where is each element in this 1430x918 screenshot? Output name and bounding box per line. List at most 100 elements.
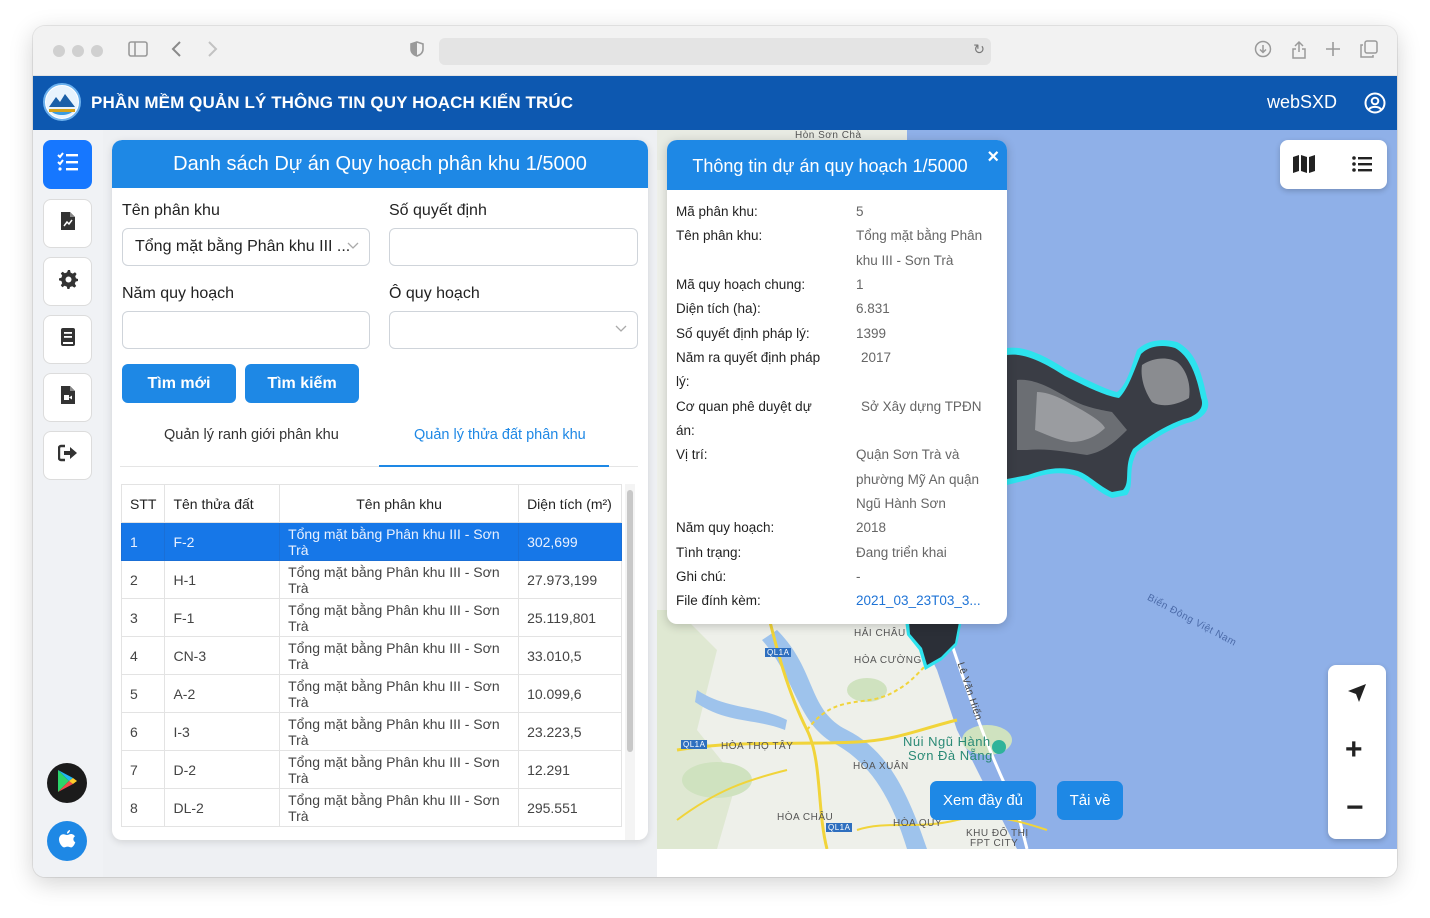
table-row[interactable]: 4 CN-3 Tổng mặt bằng Phân khu III - Sơn … bbox=[120, 636, 622, 675]
cell-stt: 3 bbox=[120, 598, 166, 637]
cell-ten-thua-dat: CN-3 bbox=[164, 636, 281, 675]
cell-dien-tich: 10.099,6 bbox=[518, 674, 622, 713]
field-label: Vị trí: bbox=[676, 447, 708, 462]
sidebar-item-media[interactable] bbox=[43, 373, 92, 422]
back-icon[interactable] bbox=[166, 40, 188, 62]
map-layer-control bbox=[1280, 140, 1387, 189]
sidebar-item-report[interactable] bbox=[43, 199, 92, 248]
new-tab-icon[interactable] bbox=[1322, 40, 1344, 62]
share-icon[interactable] bbox=[1288, 40, 1310, 62]
field-value: 5 bbox=[856, 204, 864, 219]
sidebar-item-logout[interactable] bbox=[43, 431, 92, 480]
close-window-button[interactable] bbox=[53, 45, 65, 57]
field-label: Năm quy hoạch: bbox=[676, 520, 775, 535]
tabs-overview-icon[interactable] bbox=[1358, 40, 1380, 62]
sidebar-toggle-icon[interactable] bbox=[127, 40, 149, 62]
map-label-hoa-xuan: HÒA XUÂN bbox=[853, 761, 909, 772]
table-row[interactable]: 1 F-2 Tổng mặt bằng Phân khu III - Sơn T… bbox=[120, 522, 622, 561]
forward-icon[interactable] bbox=[201, 40, 223, 62]
project-list-panel: Danh sách Dự án Quy hoạch phân khu 1/500… bbox=[112, 140, 648, 840]
col-header-ten-phan-khu[interactable]: Tên phân khu bbox=[279, 484, 520, 523]
reset-button[interactable]: Tìm mới bbox=[122, 364, 236, 403]
table-row[interactable]: 3 F-1 Tổng mặt bằng Phân khu III - Sơn T… bbox=[120, 598, 622, 637]
list-icon[interactable] bbox=[1352, 155, 1372, 178]
map-label-ql1a: QL1A bbox=[765, 648, 792, 657]
list-check-icon bbox=[56, 152, 79, 177]
field-label: Tình trạng: bbox=[676, 545, 742, 560]
o-quy-hoach-select[interactable] bbox=[389, 311, 638, 349]
tab-boundary[interactable]: Quản lý ranh giới phân khu bbox=[164, 427, 339, 443]
zoom-in-button[interactable]: + bbox=[1345, 735, 1363, 765]
nam-quy-hoach-input[interactable] bbox=[122, 311, 370, 349]
close-icon[interactable]: × bbox=[987, 146, 999, 169]
cell-ten-phan-khu: Tổng mặt bằng Phân khu III - Sơn Trà bbox=[279, 636, 520, 675]
download-icon[interactable] bbox=[1252, 40, 1274, 62]
table-row[interactable]: 6 I-3 Tổng mặt bằng Phân khu III - Sơn T… bbox=[120, 712, 622, 751]
sidebar-item-list[interactable] bbox=[43, 140, 92, 189]
panel-title: Danh sách Dự án Quy hoạch phân khu 1/500… bbox=[112, 140, 648, 188]
park-marker-icon[interactable] bbox=[992, 740, 1006, 754]
field-label: Số quyết định pháp lý: bbox=[676, 326, 810, 341]
table-scrollbar-thumb[interactable] bbox=[627, 490, 633, 752]
popup-title: Thông tin dự án quy hoạch 1/5000 bbox=[667, 140, 1007, 190]
table-row[interactable]: 7 D-2 Tổng mặt bằng Phân khu III - Sơn T… bbox=[120, 750, 622, 789]
cell-stt: 1 bbox=[120, 522, 166, 561]
col-header-stt[interactable]: STT bbox=[120, 484, 166, 523]
map-label-nui-ngu-hanh-son-2: Sơn Đà Nẵng bbox=[908, 748, 993, 763]
download-button[interactable]: Tải về bbox=[1057, 781, 1123, 820]
cell-dien-tich: 23.223,5 bbox=[518, 712, 622, 751]
label-nam-quy-hoach: Năm quy hoạch bbox=[122, 285, 235, 302]
field-label: Ghi chú: bbox=[676, 569, 727, 584]
label-o-quy-hoach: Ô quy hoạch bbox=[389, 285, 480, 302]
table-row[interactable]: 5 A-2 Tổng mặt bằng Phân khu III - Sơn T… bbox=[120, 674, 622, 713]
cell-ten-thua-dat: A-2 bbox=[164, 674, 281, 713]
table-row[interactable]: 2 H-1 Tổng mặt bằng Phân khu III - Sơn T… bbox=[120, 560, 622, 599]
shield-icon[interactable] bbox=[406, 40, 428, 62]
maximize-window-button[interactable] bbox=[91, 45, 103, 57]
cell-ten-phan-khu: Tổng mặt bằng Phân khu III - Sơn Trà bbox=[279, 522, 520, 561]
logout-icon bbox=[57, 444, 78, 467]
username[interactable]: webSXD bbox=[1267, 92, 1337, 113]
search-button[interactable]: Tìm kiếm bbox=[245, 364, 359, 403]
user-circle-icon[interactable] bbox=[1364, 92, 1386, 114]
field-value: Quận Sơn Trà và bbox=[856, 447, 960, 462]
sidebar-item-settings[interactable] bbox=[43, 257, 92, 306]
cell-ten-phan-khu: Tổng mặt bằng Phân khu III - Sơn Trà bbox=[279, 674, 520, 713]
cell-dien-tich: 27.973,199 bbox=[518, 560, 622, 599]
col-header-dien-tich[interactable]: Diện tích (m²) bbox=[518, 484, 622, 523]
ten-phan-khu-select[interactable]: Tổng mặt bằng Phân khu III ... bbox=[122, 228, 370, 266]
so-quyet-dinh-input[interactable] bbox=[389, 228, 638, 266]
map-label-hoa-chau: HÒA CHÂU bbox=[777, 812, 834, 823]
field-value: Tổng mặt bằng Phân bbox=[856, 228, 983, 243]
app-header: PHẦN MỀM QUẢN LÝ THÔNG TIN QUY HOẠCH KIẾ… bbox=[33, 76, 1397, 130]
field-value: khu III - Sơn Trà bbox=[856, 253, 954, 268]
sidebar-item-docs[interactable] bbox=[43, 315, 92, 364]
location-arrow-icon[interactable] bbox=[1347, 683, 1367, 708]
view-full-button[interactable]: Xem đầy đủ bbox=[930, 781, 1036, 820]
col-header-ten-thua-dat[interactable]: Tên thửa đất bbox=[164, 484, 281, 523]
address-bar[interactable]: ↻ bbox=[439, 38, 991, 65]
tab-land-plots[interactable]: Quản lý thửa đất phân khu bbox=[414, 427, 586, 443]
cell-stt: 2 bbox=[120, 560, 166, 599]
cell-ten-thua-dat: D-2 bbox=[164, 750, 281, 789]
cell-ten-phan-khu: Tổng mặt bằng Phân khu III - Sơn Trà bbox=[279, 560, 520, 599]
apple-icon bbox=[58, 829, 76, 854]
cell-ten-phan-khu: Tổng mặt bằng Phân khu III - Sơn Trà bbox=[279, 712, 520, 751]
google-play-button[interactable] bbox=[47, 763, 87, 803]
attachment-link[interactable]: 2021_03_23T03_3... bbox=[856, 589, 996, 613]
map-label-hai-chau: HẢI CHÂU bbox=[854, 628, 906, 639]
gear-icon bbox=[58, 269, 78, 294]
chevron-down-icon bbox=[615, 322, 627, 336]
app-store-button[interactable] bbox=[47, 821, 87, 861]
minimize-window-button[interactable] bbox=[72, 45, 84, 57]
active-tab-indicator bbox=[379, 465, 609, 467]
reload-icon[interactable]: ↻ bbox=[973, 41, 985, 58]
cell-dien-tich: 302,699 bbox=[518, 522, 622, 561]
cell-ten-thua-dat: DL-2 bbox=[164, 788, 281, 827]
map-icon[interactable] bbox=[1292, 154, 1316, 179]
file-video-icon bbox=[60, 385, 76, 410]
zoom-out-button[interactable]: − bbox=[1346, 793, 1364, 823]
map-label-hoa-tho-tay: HÒA THỌ TÂY bbox=[721, 741, 794, 752]
field-value: 1399 bbox=[856, 326, 887, 341]
table-row[interactable]: 8 DL-2 Tổng mặt bằng Phân khu III - Sơn … bbox=[120, 788, 622, 827]
